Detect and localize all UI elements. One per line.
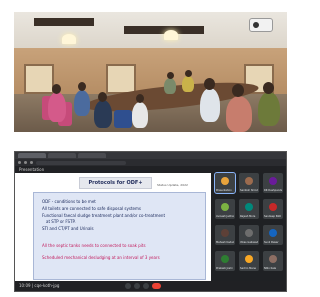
ceiling-lamp: [62, 34, 76, 44]
participant-tile[interactable]: Sandeep Patil: [263, 199, 283, 219]
slide-bullet: at STP or FSTP.: [46, 219, 76, 224]
shared-slide: Protocols for ODF+ Status Update, 2022 O…: [15, 173, 211, 283]
meeting-info: 10:09 | cqe-koth-jpg: [19, 283, 60, 288]
participant-name: Sachin Mane: [240, 267, 256, 270]
present-icon[interactable]: [143, 283, 149, 289]
slide-body: ODF - conditions to be met All toilets a…: [33, 192, 206, 280]
attendee: [132, 102, 148, 128]
participant-name: Sunil Pawar: [264, 241, 279, 244]
attendee: [200, 88, 220, 122]
participant-tile[interactable]: Avinash Jadhav: [215, 199, 235, 219]
meeting-controls: 10:09 | cqe-koth-jpg: [15, 281, 286, 291]
projector: [249, 18, 273, 32]
participant-tile[interactable]: Mahesh Kadam: [215, 225, 235, 245]
participant-tile[interactable]: Vikas Gaikwad: [239, 225, 259, 245]
video-call-screenshot: Presentation Protocols for ODF+ Status U…: [14, 151, 287, 292]
address-bar: [15, 159, 286, 166]
participant-tile[interactable]: Prakash Joshi: [215, 251, 235, 271]
attendee-head: [167, 72, 174, 79]
attendee-head: [185, 70, 192, 77]
window: [24, 64, 54, 94]
participant-tile[interactable]: Santosh Shinde: [239, 173, 259, 193]
participant-avatar: [269, 229, 277, 237]
attendee: [164, 78, 176, 94]
slide-bullet: STI and CT/PT and Urinals: [42, 226, 94, 231]
participant-name: Mahesh Kadam: [216, 241, 234, 244]
participant-avatar: [245, 203, 253, 211]
participant-avatar: [245, 177, 253, 185]
meeting-room-photo: [14, 12, 287, 132]
participant-avatar: [269, 177, 277, 185]
participant-avatar: [269, 203, 277, 211]
attendee-head: [263, 82, 274, 94]
attendee-head: [78, 82, 86, 91]
browser-tab[interactable]: [18, 153, 46, 158]
participant-avatar: [221, 203, 229, 211]
participant-name: Nitin Kale: [264, 267, 276, 270]
microphone-icon[interactable]: [125, 283, 131, 289]
participant-name: Santosh Shinde: [240, 189, 258, 192]
participant-name: Prakash Joshi: [216, 267, 233, 270]
slide-bullet: Functional faecal sludge treatment plant…: [42, 213, 166, 218]
attendee: [226, 96, 252, 132]
chair: [114, 110, 132, 128]
attendee: [48, 92, 66, 122]
participant-name: Rajesh More: [240, 215, 256, 218]
browser-tab-bar: [15, 152, 286, 159]
back-icon[interactable]: [18, 161, 21, 164]
attendee-head: [52, 84, 61, 94]
participant-tile[interactable]: Nitin Kale: [263, 251, 283, 271]
participant-name: Sandeep Patil: [264, 215, 282, 218]
participant-avatar: [221, 177, 229, 185]
slide-bullet: All the septic tanks needs to connected …: [42, 243, 146, 248]
meeting-header: Presentation: [15, 166, 286, 173]
participant-avatar: [245, 255, 253, 263]
participant-tile[interactable]: Presentation: [214, 172, 236, 194]
participant-tile[interactable]: Sunil Pawar: [263, 225, 283, 245]
attendee-head: [98, 92, 107, 102]
participant-grid: Presentation Santosh Shinde RR Deshpande Av…: [214, 172, 286, 283]
attendee-head: [136, 94, 144, 103]
slide-subtitle: Status Update, 2022: [157, 183, 188, 187]
ceiling-beam: [34, 18, 94, 26]
forward-icon[interactable]: [24, 161, 27, 164]
participant-avatar: [245, 229, 253, 237]
window: [106, 64, 136, 94]
slide-title: Protocols for ODF+: [79, 177, 152, 189]
participant-avatar: [221, 255, 229, 263]
ceiling-lamp: [164, 30, 178, 40]
slide-bullet: Scheduled mechanical desludging at an in…: [42, 255, 160, 260]
participant-avatar: [269, 255, 277, 263]
attendee: [94, 100, 112, 128]
camera-icon[interactable]: [134, 283, 140, 289]
participant-avatar: [221, 229, 229, 237]
attendee: [182, 76, 194, 92]
participant-tile[interactable]: Sachin Mane: [239, 251, 259, 271]
attendee: [258, 92, 280, 126]
attendee-head: [204, 78, 215, 90]
reload-icon[interactable]: [30, 161, 33, 164]
participant-name: Presentation: [216, 189, 232, 192]
slide-bullet: All toilets are connected to safe dispos…: [42, 206, 141, 211]
participant-name: RR Deshpande: [264, 189, 282, 192]
participant-name: Avinash Jadhav: [216, 215, 234, 218]
participant-tile[interactable]: Rajesh More: [239, 199, 259, 219]
end-call-button[interactable]: [152, 283, 161, 289]
browser-tab[interactable]: [78, 153, 106, 158]
participant-tile[interactable]: RR Deshpande: [263, 173, 283, 193]
attendee: [74, 90, 90, 116]
url-field[interactable]: [36, 160, 126, 165]
participant-name: Vikas Gaikwad: [240, 241, 258, 244]
attendee-head: [232, 84, 244, 97]
slide-bullet: ODF - conditions to be met: [42, 199, 96, 204]
browser-tab[interactable]: [48, 153, 76, 158]
